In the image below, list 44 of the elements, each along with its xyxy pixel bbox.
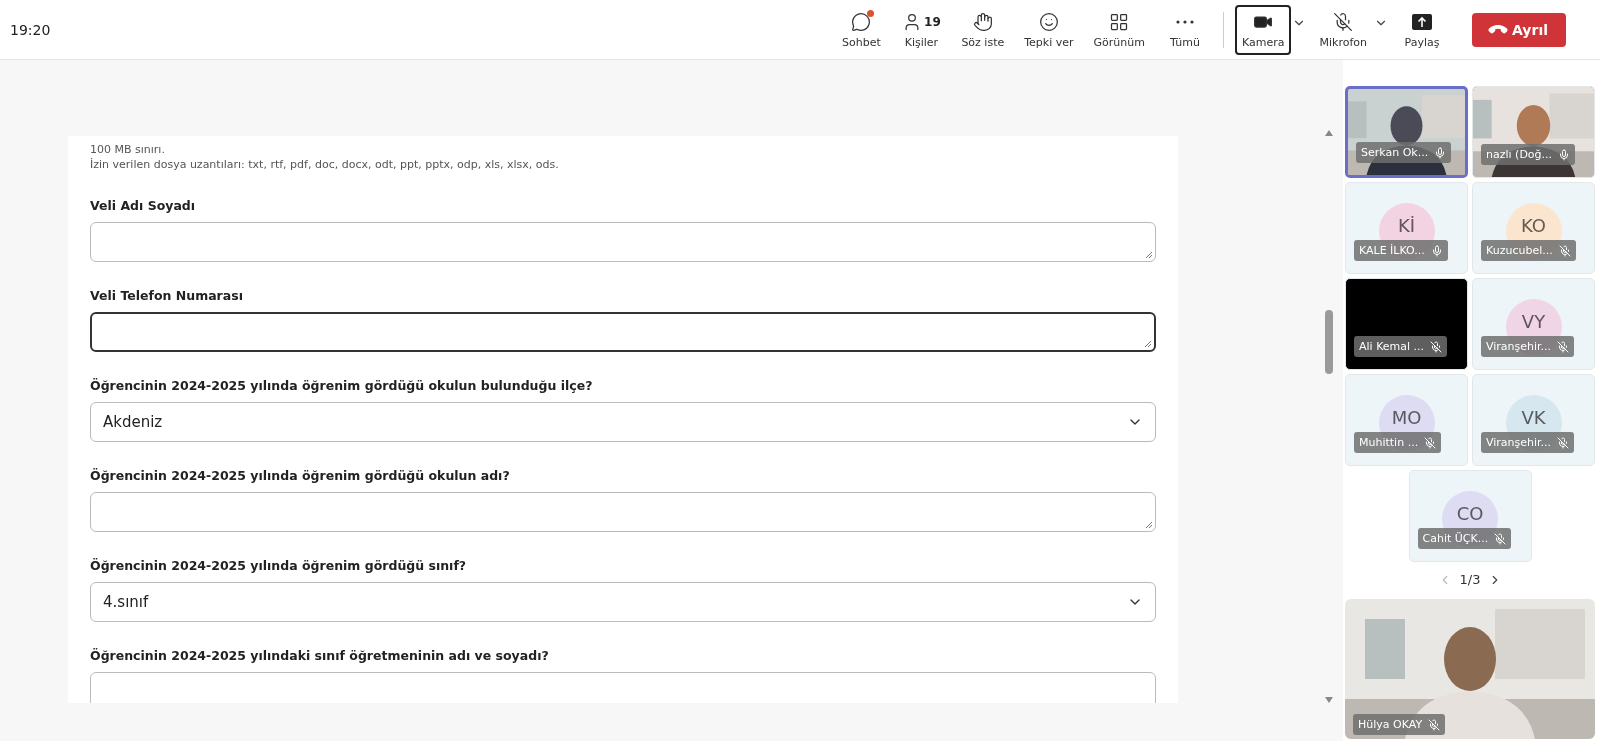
people-count: 19 — [924, 14, 941, 29]
page-indicator: 1/3 — [1459, 572, 1481, 587]
form-note: İzin verilen dosya uzantıları: txt, rtf, pdf, doc, docx, odt, ppt, pptx, odp, xls, xlsx, ods. — [90, 157, 560, 172]
participant-tile[interactable]: VK Viranşehir... — [1472, 374, 1595, 466]
question-label: Veli Telefon Numarası — [90, 288, 244, 303]
dropdown-field[interactable]: Akdeniz — [90, 402, 1156, 442]
resize-grip-icon — [1145, 251, 1153, 259]
input-field[interactable] — [90, 492, 1156, 532]
participant-name: Hülya OKAY — [1358, 718, 1423, 731]
participant-tile[interactable]: MO Muhittin ... — [1345, 374, 1468, 466]
grid-icon — [1109, 11, 1130, 32]
scroll-up-icon[interactable] — [1325, 130, 1333, 136]
question-label: Öğrencinin 2024-2025 yılında öğrenim gördüğü okulun adı? — [90, 468, 511, 483]
camera-button[interactable]: Kamera — [1235, 4, 1291, 55]
question-label: Veli Adı Soyadı — [90, 198, 197, 213]
resize-grip-icon — [1144, 340, 1152, 348]
leave-button[interactable]: Ayrıl — [1472, 12, 1566, 47]
scroll-down-icon[interactable] — [1325, 697, 1333, 703]
share-screen-icon — [1411, 12, 1434, 31]
chat-icon — [851, 11, 872, 32]
resize-grip-icon — [1145, 521, 1153, 529]
question-label: Öğrencinin 2024-2025 yılında öğrenim gördüğü sınıf? — [90, 558, 468, 573]
question-label: Öğrencinin 2024-2025 yılındaki sınıf öğretmeninin adı ve soyadı? — [90, 648, 550, 663]
participant-tile[interactable]: nazlı (Doğ... — [1472, 86, 1595, 178]
participant-tile[interactable]: Kİ KALE İLKO... — [1345, 182, 1468, 274]
scrollbar-thumb[interactable] — [1325, 310, 1333, 374]
participant-tile[interactable]: CO Cahit ÜÇK... — [1408, 470, 1532, 562]
participant-tile[interactable]: Ali Kemal ... — [1345, 278, 1468, 370]
input-field[interactable] — [90, 672, 1156, 703]
input-field[interactable] — [90, 222, 1156, 262]
participant-name: Serkan Ok... — [1361, 146, 1429, 159]
dropdown-field[interactable]: 4.sınıf — [90, 582, 1156, 622]
participant-name: nazlı (Doğ... — [1486, 148, 1553, 161]
question-label: Öğrencinin 2024-2025 yılında öğrenim gördüğü okulun bulunduğu ilçe? — [90, 378, 594, 393]
smile-icon — [1038, 11, 1059, 32]
participant-tile[interactable]: KO Kuzucubel... — [1472, 182, 1595, 274]
participant-name: Ali Kemal ... — [1359, 340, 1425, 353]
input-field[interactable] — [90, 312, 1156, 352]
form-note: 100 MB sınırı. — [90, 142, 166, 157]
clock: 19:20 — [10, 21, 51, 38]
participant-tile[interactable]: Serkan Ok... — [1345, 86, 1468, 178]
more-icon — [1176, 19, 1194, 24]
hand-icon — [972, 11, 993, 32]
participant-tile[interactable]: VY Viranşehir... — [1472, 278, 1595, 370]
